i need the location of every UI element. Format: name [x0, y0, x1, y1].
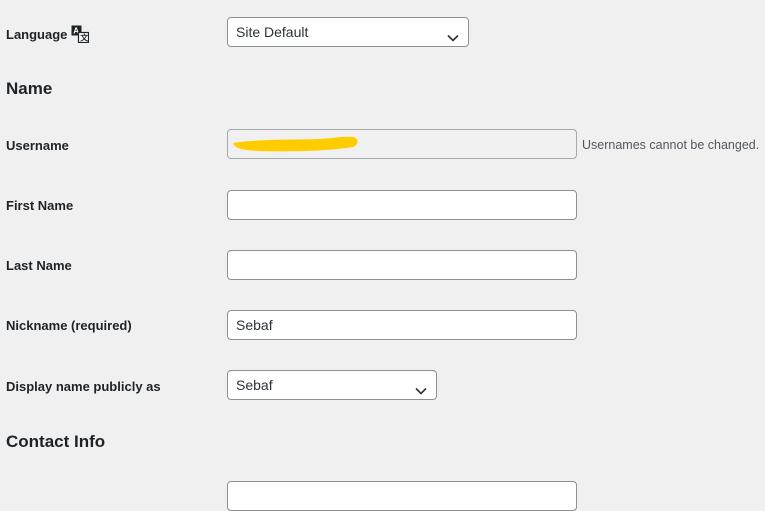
- display-name-select[interactable]: Sebaf: [227, 370, 437, 400]
- language-selected-value: Site Default: [236, 24, 309, 40]
- redaction-highlight: [233, 136, 358, 152]
- translate-icon: A 文: [71, 25, 90, 44]
- name-section-heading: Name: [6, 79, 53, 98]
- last-name-input[interactable]: [227, 250, 577, 280]
- first-name-input[interactable]: [227, 190, 577, 220]
- chevron-down-icon: [446, 26, 460, 42]
- chevron-down-icon: [414, 379, 428, 395]
- username-description: Usernames cannot be changed.: [582, 138, 760, 152]
- last-name-label: Last Name: [6, 258, 72, 273]
- first-name-label: First Name: [6, 198, 74, 213]
- language-select[interactable]: Site Default: [227, 17, 469, 47]
- display-name-selected-value: Sebaf: [236, 377, 273, 393]
- display-name-label: Display name publicly as: [6, 379, 161, 394]
- language-label-text: Language: [6, 27, 68, 42]
- nickname-label: Nickname (required): [6, 318, 132, 333]
- email-input-partial[interactable]: [227, 481, 577, 511]
- username-label: Username: [6, 138, 69, 153]
- contact-info-heading: Contact Info: [6, 432, 106, 451]
- language-label: Language A 文: [6, 25, 90, 44]
- nickname-input[interactable]: Sebaf: [227, 310, 577, 340]
- svg-text:文: 文: [81, 33, 90, 43]
